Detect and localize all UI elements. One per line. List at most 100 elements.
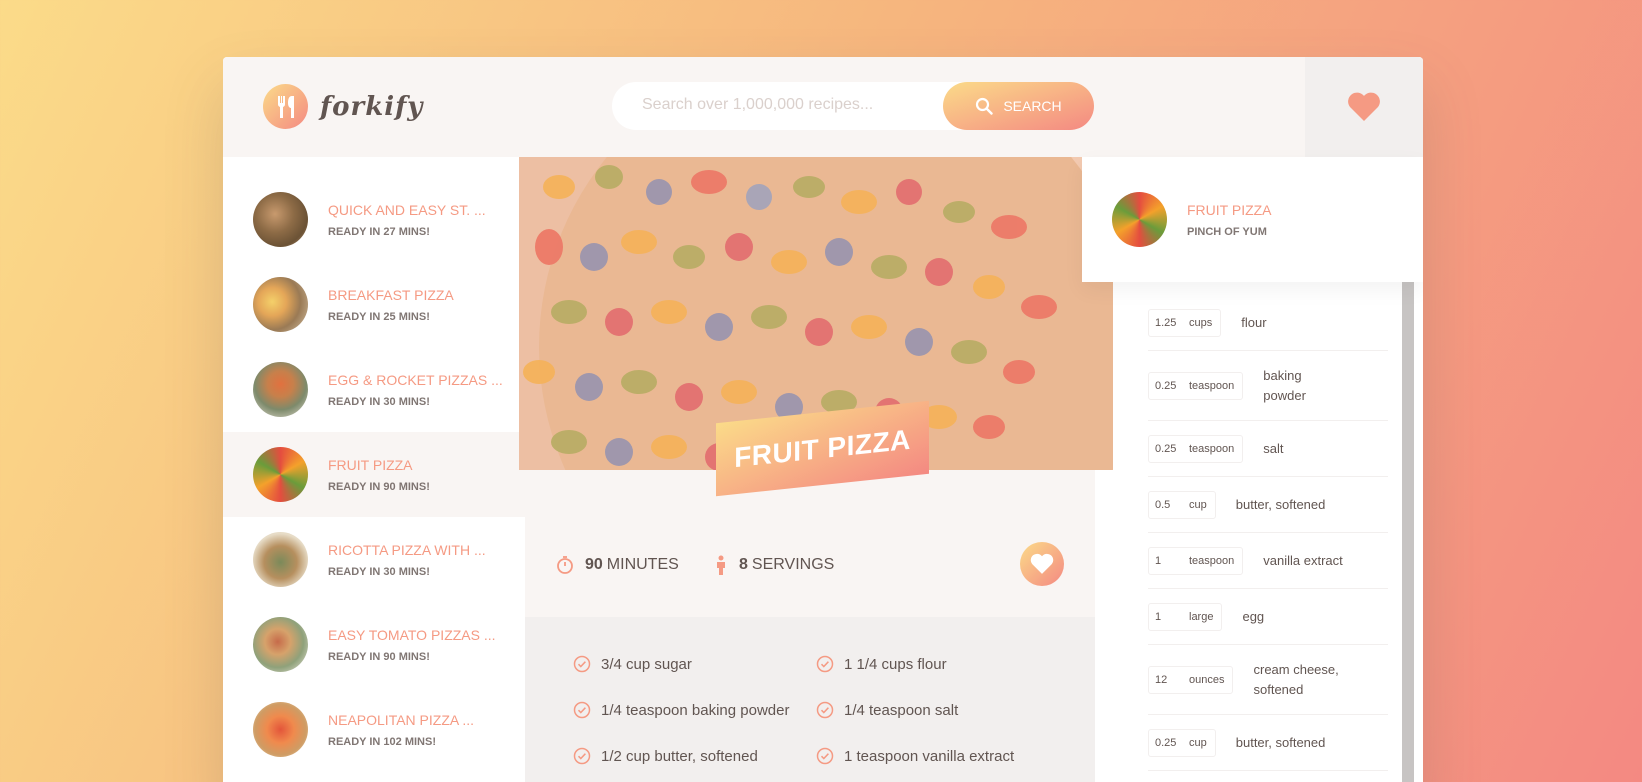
stopwatch-icon <box>557 556 573 574</box>
recipe-minutes: 90 <box>585 556 603 573</box>
result-title: EGG & ROCKET PIZZAS ... <box>328 371 503 388</box>
shopping-item: 1.25 cups flour <box>1148 295 1388 351</box>
app-window: forkify SEARCH QUICK AND EASY ST. ... <box>223 57 1423 782</box>
shopping-item: 0.25 teaspoon baking powder <box>1148 351 1388 421</box>
fork-knife-icon <box>263 84 308 129</box>
result-title: FRUIT PIZZA <box>328 456 413 473</box>
result-image <box>253 362 308 417</box>
result-item-active[interactable]: FRUIT PIZZA READY IN 90 MINS! <box>223 432 535 517</box>
result-title: NEAPOLITAN PIZZA ... <box>328 711 474 728</box>
shopping-desc: egg <box>1242 608 1265 624</box>
result-image <box>253 192 308 247</box>
result-item[interactable]: QUICK AND EASY ST. ... READY IN 27 MINS! <box>223 177 523 262</box>
shopping-item: 1 teaspoon vanilla extract <box>1148 533 1388 589</box>
result-time: READY IN 90 MINS! <box>328 650 430 663</box>
person-icon <box>717 555 725 575</box>
shopping-quantity[interactable]: 12 ounces <box>1148 665 1234 694</box>
result-item[interactable]: BREAKFAST PIZZA READY IN 25 MINS! <box>223 262 523 347</box>
shopping-unit: teaspoon <box>1189 554 1235 567</box>
recipe-details: 90 MINUTES 8 SERVINGS <box>525 512 1095 617</box>
result-title: EASY TOMATO PIZZAS ... <box>328 626 496 643</box>
shopping-quantity[interactable]: 0.5 cup <box>1148 490 1216 519</box>
result-item[interactable]: EASY TOMATO PIZZAS ... READY IN 90 MINS! <box>223 602 523 687</box>
shopping-item: 0.5 cup butter, softened <box>1148 477 1388 533</box>
ingredient-text: 1 1/4 cups flour <box>844 655 947 673</box>
shopping-quantity[interactable]: 1 teaspoon <box>1148 546 1244 575</box>
shopping-desc: salt <box>1263 440 1284 456</box>
check-circle-icon <box>816 701 834 719</box>
shopping-item: 0.25 teaspoon salt <box>1148 421 1388 477</box>
shopping-desc: butter, softened <box>1235 496 1326 512</box>
bookmark-button[interactable] <box>1020 542 1064 586</box>
shopping-desc: butter, softened <box>1235 734 1326 750</box>
ingredient-item: 3/4 cup sugar <box>573 655 692 673</box>
result-image <box>253 447 308 502</box>
shopping-desc: baking powder <box>1263 368 1306 403</box>
shopping-quantity[interactable]: 0.25 cup <box>1148 728 1216 757</box>
shopping-quantity[interactable]: 1 large <box>1148 602 1223 631</box>
liked-recipe-author: PINCH OF YUM <box>1187 225 1267 238</box>
result-time: READY IN 102 MINS! <box>328 735 436 748</box>
recipe-minutes-label: MINUTES <box>606 556 679 573</box>
ingredient-item: 1 1/4 cups flour <box>816 655 947 673</box>
result-time: READY IN 30 MINS! <box>328 565 430 578</box>
shopping-quantity[interactable]: 0.25 teaspoon <box>1148 371 1244 400</box>
shopping-unit: large <box>1189 610 1214 623</box>
liked-recipe[interactable]: FRUIT PIZZA PINCH OF YUM <box>1187 202 1272 238</box>
app-name: forkify <box>320 91 424 122</box>
shopping-unit: cups <box>1189 316 1213 329</box>
ingredient-text: 1/2 cup butter, softened <box>601 747 758 765</box>
shopping-count: 0.25 <box>1155 379 1177 392</box>
shopping-count: 12 <box>1155 673 1168 686</box>
search-form: SEARCH <box>612 82 1094 130</box>
recipe-view: FRUIT PIZZA 90 MINUTES 8 SERVINGS 3/4 cu… <box>519 157 1113 782</box>
likes-panel: FRUIT PIZZA PINCH OF YUM <box>1082 157 1423 282</box>
shopping-item: 0.25 cup butter, softened <box>1148 715 1388 771</box>
search-input[interactable] <box>642 96 942 114</box>
result-time: READY IN 90 MINS! <box>328 480 430 493</box>
shopping-quantity[interactable]: 0.25 teaspoon <box>1148 434 1244 463</box>
shopping-unit: cup <box>1189 736 1207 749</box>
search-button-label: SEARCH <box>1003 98 1062 114</box>
shopping-count: 0.25 <box>1155 442 1177 455</box>
recipe-servings: 8 SERVINGS <box>713 555 834 575</box>
header: forkify SEARCH <box>223 57 1423 157</box>
check-circle-icon <box>573 747 591 765</box>
result-title: BREAKFAST PIZZA <box>328 286 454 303</box>
result-item[interactable]: NEAPOLITAN PIZZA ... READY IN 102 MINS! <box>223 687 523 772</box>
shopping-unit: cup <box>1189 498 1207 511</box>
result-item[interactable]: EGG & ROCKET PIZZAS ... READY IN 30 MINS… <box>223 347 523 432</box>
check-circle-icon <box>816 747 834 765</box>
ingredient-text: 3/4 cup sugar <box>601 655 692 673</box>
shopping-quantity[interactable]: 1.25 cups <box>1148 308 1222 337</box>
result-image <box>253 277 308 332</box>
check-circle-icon <box>573 701 591 719</box>
logo[interactable]: forkify <box>263 84 423 129</box>
result-title: RICOTTA PIZZA WITH ... <box>328 541 486 558</box>
recipe-servings-label: SERVINGS <box>751 556 835 573</box>
ingredient-item: 1/4 teaspoon baking powder <box>573 701 789 719</box>
result-item[interactable]: RICOTTA PIZZA WITH ... READY IN 30 MINS! <box>223 517 523 602</box>
search-button[interactable]: SEARCH <box>943 82 1094 130</box>
search-results: QUICK AND EASY ST. ... READY IN 27 MINS!… <box>223 157 535 782</box>
shopping-unit: teaspoon <box>1189 442 1235 455</box>
result-image <box>253 702 308 757</box>
shopping-count: 1 <box>1155 610 1162 623</box>
result-time: READY IN 25 MINS! <box>328 310 430 323</box>
likes-menu[interactable] <box>1305 57 1423 157</box>
liked-recipe-image[interactable] <box>1112 192 1167 247</box>
result-time: READY IN 27 MINS! <box>328 225 430 238</box>
shopping-count: 0.25 <box>1155 736 1177 749</box>
result-image <box>253 532 308 587</box>
result-image <box>253 617 308 672</box>
shopping-count: 0.5 <box>1155 498 1171 511</box>
ingredient-item: 1/4 teaspoon salt <box>816 701 958 719</box>
ingredient-item: 1 teaspoon vanilla extract <box>816 747 1014 765</box>
shopping-unit: ounces <box>1189 673 1225 686</box>
magnifier-icon <box>976 97 994 115</box>
liked-recipe-title: FRUIT PIZZA <box>1187 201 1272 218</box>
ingredient-list: 3/4 cup sugar 1 1/4 cups flour 1/4 teasp… <box>525 617 1095 782</box>
result-time: READY IN 30 MINS! <box>328 395 430 408</box>
shopping-item: 12 ounces cream cheese, softened <box>1148 645 1388 715</box>
ingredient-text: 1/4 teaspoon baking powder <box>601 701 790 719</box>
